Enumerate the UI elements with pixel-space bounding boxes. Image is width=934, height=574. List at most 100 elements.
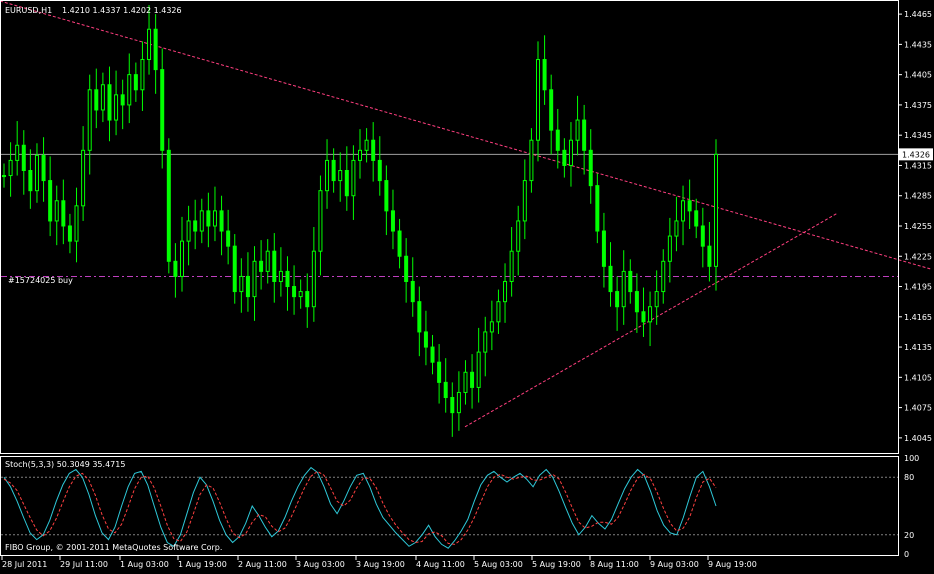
candle-body: [687, 200, 692, 212]
candle-body: [628, 270, 633, 293]
candle-body: [417, 301, 422, 333]
candle-body: [107, 84, 112, 121]
candle-body: [87, 89, 92, 151]
candle-body: [516, 220, 521, 252]
candle-body: [700, 225, 705, 247]
candle-body: [265, 250, 270, 272]
time-axis-label: 28 Jul 2011: [2, 560, 47, 569]
candle-body: [437, 361, 442, 383]
candle-body: [338, 170, 343, 182]
candle-body: [278, 270, 283, 282]
candle-body: [206, 210, 211, 227]
time-axis-label: 5 Aug 19:00: [532, 560, 581, 569]
price-axis-label: 1.4255: [904, 222, 932, 231]
candle-body: [15, 144, 20, 161]
candle-body: [318, 190, 323, 252]
candle-body: [226, 230, 231, 247]
stoch-axis-label: 80: [904, 473, 914, 482]
candle-body: [34, 154, 39, 192]
time-axis-label: 5 Aug 03:00: [474, 560, 523, 569]
candle-body: [292, 286, 297, 298]
price-axis-label: 1.4435: [904, 40, 932, 49]
candle: [166, 138, 171, 274]
candle-body: [351, 159, 356, 197]
candle-body: [410, 280, 415, 303]
candle-body: [311, 250, 316, 308]
candle-body: [456, 391, 461, 414]
price-axis-label: 1.4105: [904, 373, 932, 382]
time-axis-label: 1 Aug 03:00: [120, 560, 169, 569]
candle-body: [654, 291, 659, 308]
candle-body: [648, 306, 653, 323]
time-axis-label: 9 Aug 19:00: [708, 560, 757, 569]
candle-body: [661, 260, 666, 293]
price-axis-label: 1.4135: [904, 343, 932, 352]
candle-body: [193, 220, 198, 232]
candle-body: [503, 280, 508, 303]
candle-body: [641, 311, 646, 323]
candle-body: [536, 59, 540, 141]
candle-body: [259, 260, 264, 272]
price-axis-label: 1.4345: [904, 131, 932, 140]
candle-body: [219, 210, 224, 232]
candle-body: [232, 245, 237, 293]
candle-body: [94, 89, 99, 111]
candle-body: [147, 28, 152, 61]
candle-body: [2, 175, 6, 178]
candle-body: [133, 74, 138, 91]
time-axis-label: 2 Aug 11:00: [238, 560, 287, 569]
candle-body: [212, 210, 217, 227]
candle-body: [305, 291, 310, 308]
current-price-label: 1.4326: [902, 150, 930, 159]
stoch-axis-label: 20: [904, 531, 914, 540]
candle-body: [298, 291, 303, 298]
price-axis-label: 1.4045: [904, 434, 932, 443]
candle-body: [681, 200, 686, 222]
candle-body: [634, 291, 639, 313]
candle-body: [529, 139, 534, 182]
candle-body: [114, 94, 119, 121]
candle-body: [272, 250, 277, 282]
candle-body: [582, 119, 587, 151]
price-axis-label: 1.4405: [904, 71, 932, 80]
candle-body: [325, 159, 330, 192]
candle-body: [608, 265, 613, 293]
price-axis-label: 1.4225: [904, 252, 932, 261]
candle-body: [555, 129, 560, 151]
candle-body: [667, 235, 672, 262]
candle-body: [562, 149, 567, 166]
price-axis-label: 1.4375: [904, 101, 932, 110]
time-axis-label: 4 Aug 11:00: [416, 560, 465, 569]
candle-body: [186, 220, 191, 242]
candle-body: [199, 210, 204, 232]
candle-body: [81, 149, 86, 207]
candle-body: [54, 200, 59, 222]
price-axis-label: 1.4465: [904, 10, 932, 19]
chart-window: 1.4465 1.4435 1.4405 1.4375 1.4345 1.4315 1.42…: [0, 0, 934, 570]
chart-background: [0, 0, 934, 570]
candle-body: [588, 149, 593, 187]
price-axis-label: 1.4075: [904, 404, 932, 413]
candle-body: [463, 371, 468, 393]
candle-body: [160, 69, 165, 151]
candle-body: [358, 149, 362, 161]
candle-body: [239, 275, 244, 293]
candle-body: [344, 170, 349, 197]
candle-body: [694, 210, 699, 227]
candle-body: [542, 59, 547, 91]
candle-body: [120, 94, 125, 106]
candle-body: [483, 331, 488, 353]
candle-body: [575, 119, 580, 141]
time-axis-label: 3 Aug 19:00: [356, 560, 405, 569]
time-axis-label: 8 Aug 11:00: [590, 560, 639, 569]
candle-body: [371, 139, 376, 161]
candle-body: [331, 159, 336, 182]
candle-body: [522, 180, 527, 222]
candle-body: [377, 159, 382, 182]
candle-body: [61, 200, 66, 227]
candle-body: [509, 250, 514, 282]
candle-body: [364, 139, 369, 151]
candle-body: [470, 371, 475, 388]
candle-body: [423, 331, 428, 348]
candle-body: [496, 301, 501, 323]
